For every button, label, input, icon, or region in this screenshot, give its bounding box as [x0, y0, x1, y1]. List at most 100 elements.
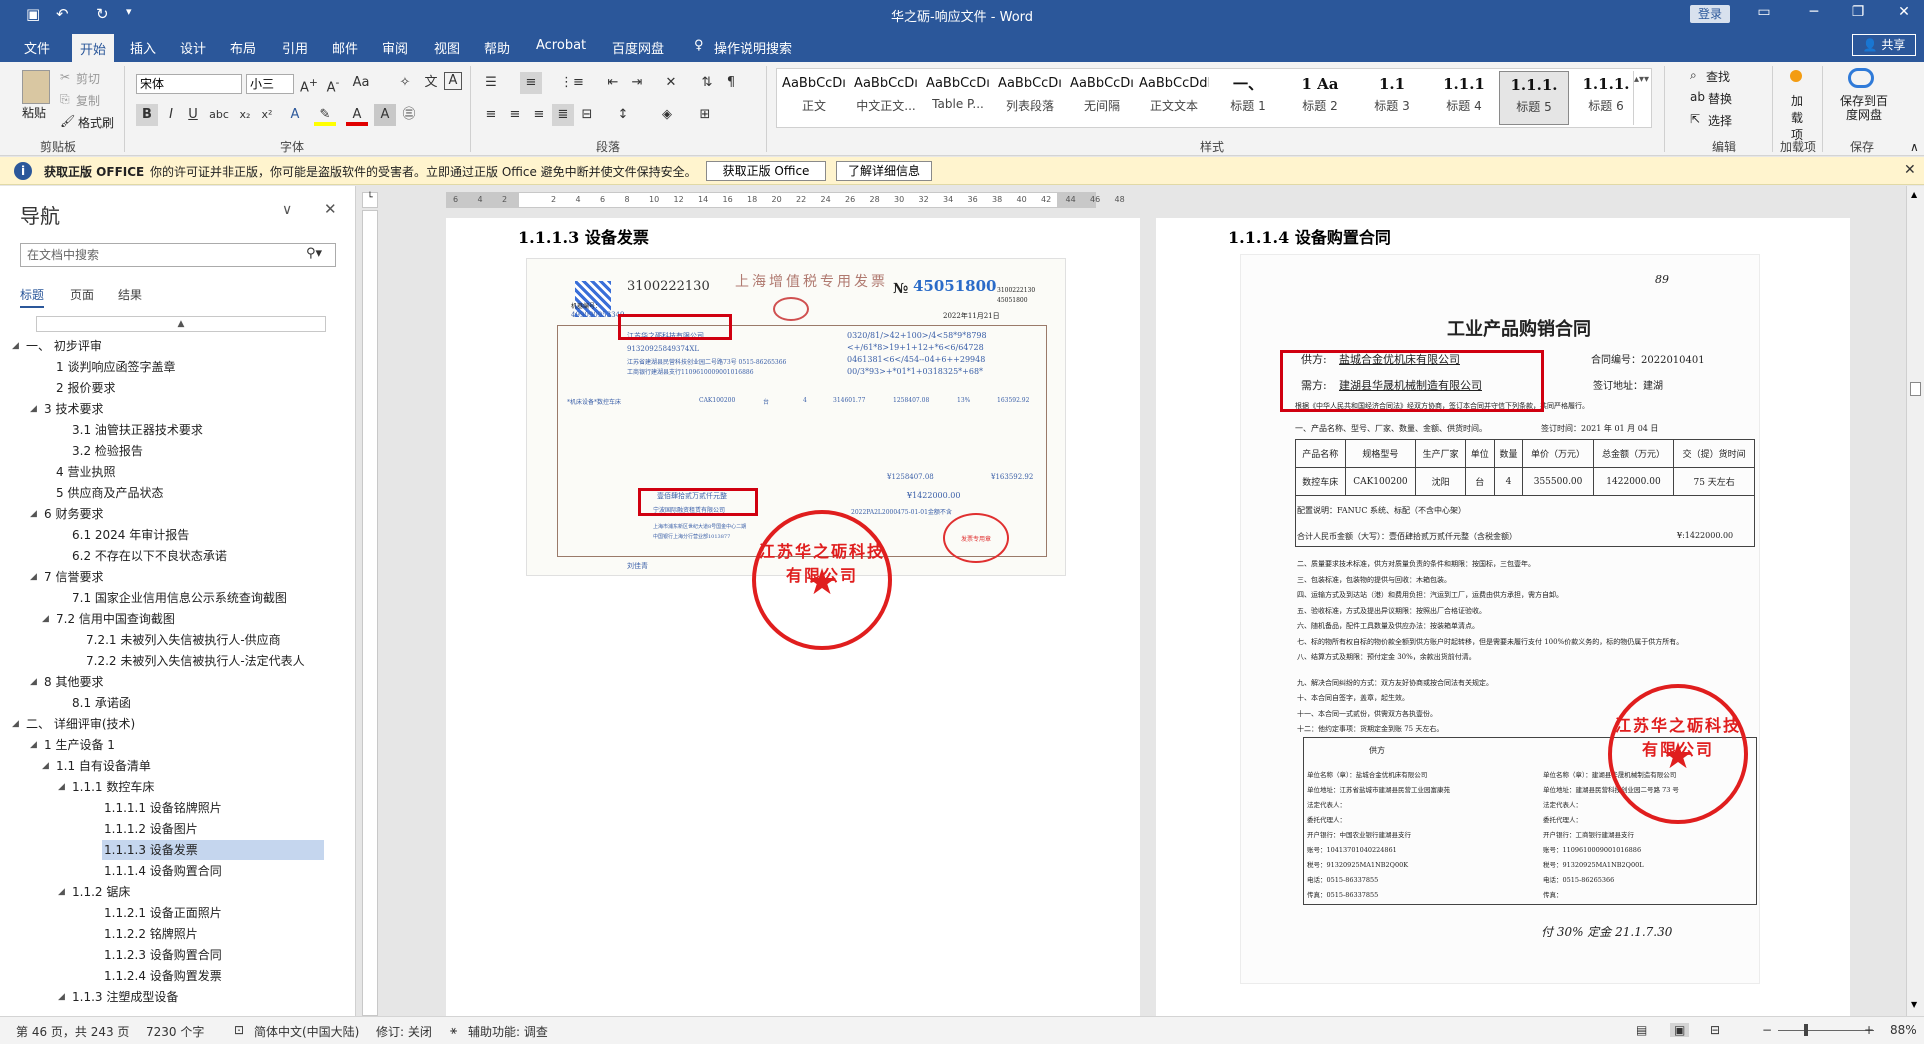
nav-tab-pages[interactable]: 页面	[70, 286, 94, 303]
restore-icon[interactable]: ❐	[1846, 4, 1870, 20]
nav-heading-item[interactable]: 1.1.2.3 设备购置合同	[102, 945, 222, 965]
nav-heading-item[interactable]: 6.1 2024 年审计报告	[70, 525, 189, 545]
paste-icon[interactable]	[22, 70, 50, 104]
tab-home[interactable]: 开始	[72, 34, 115, 62]
zoom-level[interactable]: 88%	[1890, 1023, 1917, 1037]
collapse-arrow-icon[interactable]: ◢	[58, 777, 65, 797]
paste-button[interactable]: 粘贴	[22, 104, 46, 121]
style-item[interactable]: AaBbCcDı 列表段落	[995, 71, 1065, 125]
style-item[interactable]: AaBbCcDı 无间隔	[1067, 71, 1137, 125]
nav-heading-item[interactable]: 3 技术要求	[42, 399, 103, 419]
font-name-select[interactable]: 宋体	[136, 74, 242, 94]
login-button[interactable]: 登录	[1690, 5, 1730, 23]
save-to-baidu-button[interactable]: 保存到百度网盘	[1836, 94, 1892, 122]
minimize-icon[interactable]: ─	[1802, 4, 1826, 20]
style-item[interactable]: 1.1.1 标题 4	[1429, 71, 1499, 125]
nav-heading-item[interactable]: 1.1.3 注塑成型设备	[70, 987, 178, 1007]
phonetic-guide-icon[interactable]: 文	[420, 72, 442, 94]
nav-heading-item[interactable]: 6.2 不存在以下不良状态承诺	[70, 546, 227, 566]
styles-more-icon[interactable]: ▴▾▾	[1633, 71, 1649, 125]
format-painter-button[interactable]: 格式刷	[78, 114, 114, 131]
nav-heading-item[interactable]: 1.1.2 锯床	[70, 882, 130, 902]
style-item[interactable]: AaBbCcDı Table P...	[923, 71, 993, 125]
baidu-netdisk-icon[interactable]	[1848, 68, 1874, 88]
find-icon[interactable]: ⌕	[1690, 68, 1697, 83]
chinese-layout-icon[interactable]: ✕	[660, 72, 682, 94]
nav-heading-item[interactable]: 一、 初步评审	[24, 336, 102, 356]
zoom-slider-thumb[interactable]	[1804, 1024, 1808, 1036]
tab-references[interactable]: 引用	[274, 36, 316, 59]
style-item[interactable]: AaBbCcDı 中文正文...	[851, 71, 921, 125]
nav-heading-item[interactable]: 4 营业执照	[54, 462, 115, 482]
style-item[interactable]: 1 Aa 标题 2	[1285, 71, 1355, 125]
horizontal-ruler[interactable]: 6 4 2 2 4 6 8 10 12 14 16 18 20 22 24 26 28 30 32 34 36 38 40 4…	[446, 192, 1125, 208]
vertical-scrollbar[interactable]: ▲ ▼	[1906, 186, 1924, 1016]
language[interactable]: 简体中文(中国大陆)	[254, 1023, 359, 1040]
cut-button[interactable]: 剪切	[76, 70, 100, 87]
nav-heading-item[interactable]: 7.2.1 未被列入失信被执行人-供应商	[84, 630, 281, 650]
nav-heading-item[interactable]: 1.1.1 数控车床	[70, 777, 154, 797]
align-center-icon[interactable]: ≡	[504, 104, 526, 126]
close-message-icon[interactable]: ✕	[1904, 162, 1916, 178]
style-item[interactable]: AaBbCcDı 正文	[779, 71, 849, 125]
style-item[interactable]: AaBbCcDdI 正文文本	[1139, 71, 1209, 125]
collapse-arrow-icon[interactable]: ◢	[42, 756, 49, 776]
addins-button[interactable]: 加载项	[1786, 92, 1808, 143]
nav-heading-item[interactable]: 8 其他要求	[42, 672, 103, 692]
align-right-icon[interactable]: ≡	[528, 104, 550, 126]
borders-icon[interactable]: ⊞	[694, 104, 716, 126]
enclose-characters-icon[interactable]: ㊂	[398, 104, 420, 126]
nav-heading-item[interactable]: 1 谈判响应函签字盖章	[54, 357, 175, 377]
increase-indent-icon[interactable]: ⇥	[626, 72, 648, 94]
nav-heading-item[interactable]: 1.1.1.4 设备购置合同	[102, 861, 222, 881]
style-item[interactable]: 1.1.1. 标题 5	[1499, 71, 1569, 125]
nav-heading-item[interactable]: 7.2.2 未被列入失信被执行人-法定代表人	[84, 651, 305, 671]
numbering-icon[interactable]: ≡	[520, 72, 542, 94]
nav-heading-item[interactable]: 7.1 国家企业信用信息公示系统查询截图	[70, 588, 287, 608]
show-marks-icon[interactable]: ¶	[720, 72, 742, 94]
nav-close-icon[interactable]: ✕	[324, 200, 337, 218]
nav-heading-item[interactable]: 1.1.1.3 设备发票	[102, 840, 324, 860]
select-icon[interactable]: ⇱	[1690, 112, 1700, 126]
nav-options-icon[interactable]: ∨	[282, 202, 292, 218]
subscript-icon[interactable]: x₂	[234, 104, 256, 126]
nav-heading-item[interactable]: 5 供应商及产品状态	[54, 483, 163, 503]
collapse-arrow-icon[interactable]: ◢	[58, 882, 65, 902]
tab-selector-icon[interactable]: └	[362, 192, 378, 208]
replace-button[interactable]: 替换	[1708, 90, 1732, 107]
select-button[interactable]: 选择	[1708, 112, 1732, 129]
font-color-icon[interactable]: A	[346, 104, 368, 126]
nav-heading-item[interactable]: 3.1 油管扶正器技术要求	[70, 420, 203, 440]
tab-file[interactable]: 文件	[16, 36, 58, 59]
share-button[interactable]: 👤 共享	[1852, 34, 1916, 56]
character-shading-icon[interactable]: A	[374, 104, 396, 126]
style-item[interactable]: 一、 标题 1	[1213, 71, 1283, 125]
tab-design[interactable]: 设计	[172, 36, 214, 59]
ribbon-display-icon[interactable]: ▭	[1752, 4, 1776, 20]
grow-font-icon[interactable]: A+	[298, 72, 320, 95]
change-case-icon[interactable]: Aa	[350, 72, 372, 94]
word-count[interactable]: 7230 个字	[146, 1023, 204, 1040]
nav-heading-item[interactable]: 1.1.2.1 设备正面照片	[102, 903, 222, 923]
tab-review[interactable]: 审阅	[374, 36, 416, 59]
distributed-icon[interactable]: ⊟	[576, 104, 598, 126]
style-item[interactable]: 1.1.1. 标题 6	[1571, 71, 1641, 125]
collapse-arrow-icon[interactable]: ◢	[30, 399, 37, 419]
tab-acrobat[interactable]: Acrobat	[528, 36, 594, 55]
scrollbar-thumb[interactable]	[1910, 382, 1921, 396]
tab-insert[interactable]: 插入	[122, 36, 164, 59]
collapse-ribbon-icon[interactable]: ∧	[1910, 140, 1919, 154]
get-genuine-office-button[interactable]: 获取正版 Office	[706, 161, 826, 181]
line-spacing-icon[interactable]: ↕	[612, 104, 634, 126]
shrink-font-icon[interactable]: A-	[322, 72, 344, 95]
tell-me-search[interactable]: 操作说明搜索	[706, 36, 800, 59]
nav-heading-item[interactable]: 7.2 信用中国查询截图	[54, 609, 175, 629]
nav-heading-item[interactable]: 2 报价要求	[54, 378, 115, 398]
nav-search-input[interactable]: 在文档中搜索	[20, 243, 336, 267]
collapse-arrow-icon[interactable]: ◢	[42, 609, 49, 629]
collapse-arrow-icon[interactable]: ◢	[30, 567, 37, 587]
accessibility-icon[interactable]: ⚹	[450, 1023, 457, 1038]
align-left-icon[interactable]: ≡	[480, 104, 502, 126]
scroll-down-icon[interactable]: ▼	[1911, 1000, 1917, 1009]
print-layout-icon[interactable]: ▣	[1670, 1023, 1690, 1037]
